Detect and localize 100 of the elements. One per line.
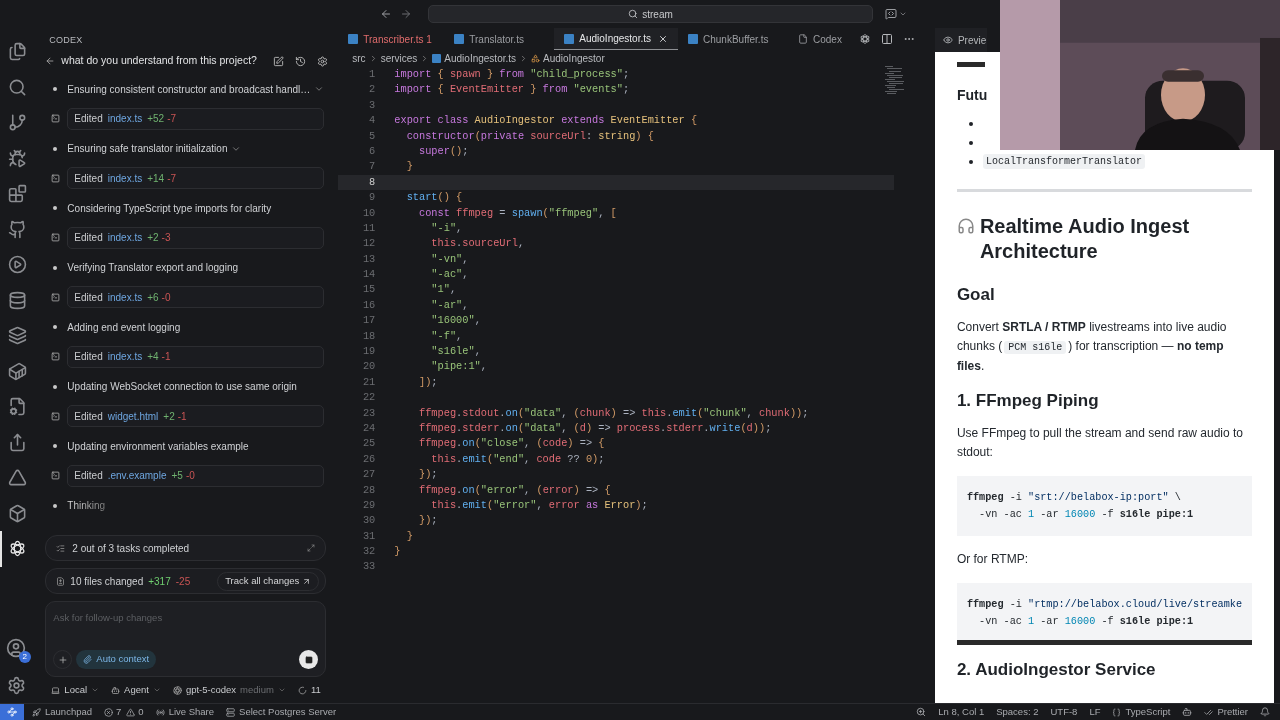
minimap-drawing[interactable] [884,66,905,96]
edit-card[interactable]: Edited index.ts +52 -7 [67,107,325,130]
branch-icon [8,113,28,133]
line-number: 13 [361,251,376,267]
code-line: "16000", [430,313,481,329]
editor-tab[interactable]: Codex [788,28,852,50]
edit-card[interactable]: Edited index.ts +4 -1 [67,345,325,368]
mode-selector[interactable]: gpt-5-codex medium [172,682,286,698]
knot-icon[interactable] [858,33,871,45]
file-link[interactable]: index.ts [107,349,143,365]
code-line: import { spawn } from "child_process"; [394,67,630,82]
file-link[interactable]: .env.example [107,468,167,484]
account-button[interactable]: 2 [5,638,28,660]
split-editor-icon[interactable] [880,33,893,45]
paragraph: Convert SRTLA / RTMP livestreams into live audio chunks ( PCM s16le ) for transcription — no temp files. [956,319,1228,375]
chat-icon[interactable] [885,8,897,20]
file-type-icon [688,34,698,44]
preview-tab[interactable]: Previe [934,28,987,52]
breadcrumb-item[interactable]: src [352,50,366,66]
status-item[interactable]: LF [1089,704,1101,720]
edit-card[interactable]: Edited index.ts +6 -0 [67,286,325,309]
chevron-down-icon[interactable] [314,84,325,94]
problems-indicator[interactable]: 7 0 [104,704,144,720]
editor-tab[interactable]: ChunkBuffer.ts [678,28,788,50]
remote-button[interactable] [0,704,24,720]
mode-selector[interactable]: Local [51,682,100,698]
line-number: 25 [361,436,376,452]
stop-button[interactable] [299,650,319,669]
file-link[interactable]: index.ts [107,170,143,186]
settings-icon[interactable] [7,676,27,695]
line-number: 15 [361,282,376,298]
breadcrumb-item[interactable]: AudioIngestor.ts [432,50,517,66]
progress-ring-icon [297,685,307,695]
code-line: "1", [430,282,457,298]
plus-icon [57,654,68,665]
file-type-icon [454,34,465,44]
line-number: 19 [361,344,376,359]
breadcrumb-item[interactable]: AudioIngestor [531,50,605,66]
tasks-card[interactable]: 2 out of 3 tasks completed [45,535,327,561]
editor-tab[interactable]: AudioIngestor.ts [554,28,678,50]
settings-icon[interactable] [317,55,329,67]
status-item[interactable]: Live Share [155,704,215,720]
removed-count: -3 [161,231,171,246]
status-item[interactable]: Select Postgres Server [226,704,337,720]
edit-card[interactable]: Edited index.ts +14 -7 [67,167,325,190]
added-count: +2 [147,231,159,246]
close-icon[interactable] [658,33,668,44]
zoom-icon[interactable] [916,707,927,717]
file-link[interactable]: index.ts [107,111,143,127]
edit-card[interactable]: Edited index.ts +2 -3 [67,226,325,249]
edit-icon[interactable] [273,55,285,67]
page-heading: Realtime Audio Ingest Architecture [956,214,1252,264]
scrollbar[interactable] [956,62,985,67]
broadcast-icon [155,707,165,717]
line-number: 2 [368,82,376,98]
code-line: } [405,528,413,544]
chevron-down-icon [152,686,161,694]
chevron-down-icon[interactable] [899,10,907,18]
code-line: this.emit("end", code ?? 0); [430,451,605,467]
back-icon[interactable] [380,8,392,20]
command-search-field[interactable]: stream [428,5,873,23]
removed-count: -0 [161,290,171,305]
panel-title: CODEX [49,34,83,48]
usage-indicator[interactable]: 11 [297,682,321,698]
status-item[interactable]: UTF-8 [1050,704,1078,720]
bullet-icon [53,206,58,210]
status-item[interactable]: Launchpad [32,704,93,720]
auto-context-chip[interactable]: Auto context [76,650,157,669]
file-link[interactable]: widget.html [107,408,159,424]
code-line: const ffmpeg = spawn("ffmpeg", [ [418,205,617,221]
arrow-up-right-icon [302,576,312,586]
line-number: 3 [368,97,376,113]
status-item[interactable]: Ln 8, Col 1 [938,704,985,720]
prettier-indicator[interactable]: Prettier [1204,704,1248,720]
chevron-down-icon [277,686,286,694]
language-indicator[interactable]: TypeScript [1112,704,1171,720]
edit-card[interactable]: Edited widget.html +2 -1 [67,405,325,428]
scrollbar[interactable] [956,640,1252,645]
status-item[interactable]: Spaces: 2 [996,704,1039,720]
line-number: 11 [361,220,376,236]
file-link[interactable]: index.ts [107,289,143,305]
edit-card[interactable]: Edited .env.example +5 -0 [67,464,325,487]
step-text: Updating WebSocket connection to use same origin [67,380,297,394]
line-number: 28 [361,482,376,498]
expand-icon[interactable] [307,544,316,552]
robot-icon[interactable] [1182,707,1193,717]
code-line: this.emit("error", error as Error); [430,497,648,513]
terminal-icon [50,114,60,124]
file-link[interactable]: index.ts [107,230,143,246]
step-text: Considering TypeScript type imports for clarity [67,201,272,216]
double-check-icon [1204,707,1214,717]
back-icon[interactable] [45,56,56,66]
bell-icon[interactable] [1260,707,1270,717]
editor-tab[interactable]: Translator.ts [444,28,555,50]
cat-icon [8,219,28,239]
editor-tab[interactable]: Transcriber.ts 1 [338,28,445,50]
history-icon[interactable] [295,55,307,67]
mode-selector[interactable]: Agent [111,682,161,698]
breadcrumb-item[interactable]: services [380,50,418,66]
edit-action: Edited [74,231,103,246]
